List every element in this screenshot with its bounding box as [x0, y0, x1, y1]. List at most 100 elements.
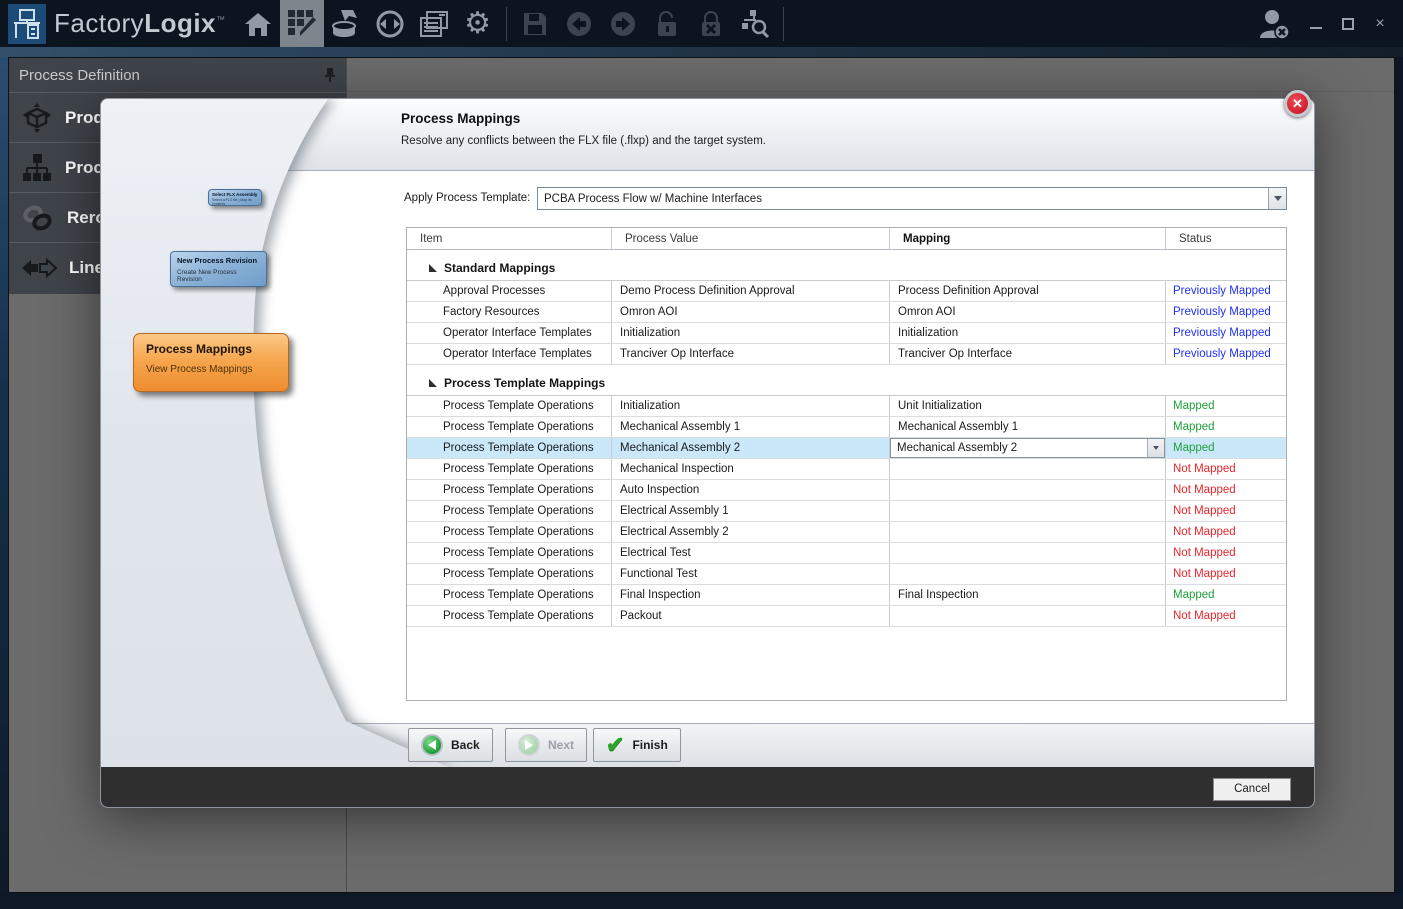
table-row[interactable]: Process Template OperationsFinal Inspect… — [407, 585, 1286, 606]
chevron-down-icon — [1274, 196, 1282, 201]
column-header-mapping[interactable]: Mapping — [890, 228, 1166, 249]
cell-mapping[interactable] — [890, 606, 1166, 626]
cell-item: Approval Processes — [407, 281, 612, 301]
cell-item: Process Template Operations — [407, 459, 612, 479]
cell-status: Previously Mapped — [1166, 323, 1286, 343]
cell-process-value: Mechanical Assembly 2 — [612, 438, 890, 458]
cell-item: Operator Interface Templates — [407, 344, 612, 364]
cell-mapping[interactable]: Mechanical Assembly 2 — [890, 438, 1166, 458]
column-header-item[interactable]: Item — [407, 228, 612, 249]
cancel-button[interactable]: Cancel — [1213, 778, 1291, 801]
cell-process-value: Electrical Test — [612, 543, 890, 563]
cell-item: Process Template Operations — [407, 606, 612, 626]
cell-mapping[interactable] — [890, 480, 1166, 500]
step-subtitle: Create New Process Revision — [177, 269, 260, 283]
save-icon[interactable] — [513, 0, 557, 47]
user-logout-icon[interactable] — [1253, 0, 1297, 47]
window-frame-left — [0, 57, 8, 893]
table-row[interactable]: Process Template OperationsElectrical As… — [407, 501, 1286, 522]
cell-item: Process Template Operations — [407, 564, 612, 584]
back-button[interactable]: Back — [408, 728, 493, 762]
table-row[interactable]: Approval ProcessesDemo Process Definitio… — [407, 281, 1286, 302]
cell-mapping[interactable]: Initialization — [890, 323, 1166, 343]
dialog-bottom-bar — [101, 767, 1314, 808]
cell-status: Mapped — [1166, 438, 1286, 458]
cell-mapping[interactable]: Tranciver Op Interface — [890, 344, 1166, 364]
cell-mapping[interactable]: Process Definition Approval — [890, 281, 1166, 301]
wizard-step-select-flx[interactable]: Select FLX Assembly Select a FLX file | … — [208, 189, 262, 206]
process-search-icon[interactable] — [733, 0, 777, 47]
table-row[interactable]: Process Template OperationsElectrical Te… — [407, 543, 1286, 564]
app-title: FactoryLogix™ — [54, 8, 226, 39]
table-row[interactable]: Operator Interface TemplatesTranciver Op… — [407, 344, 1286, 365]
table-row[interactable]: Operator Interface TemplatesInitializati… — [407, 323, 1286, 344]
mapping-table-body: Standard Mappings Approval ProcessesDemo … — [407, 256, 1286, 627]
column-header-status[interactable]: Status — [1166, 228, 1286, 249]
finish-button[interactable]: ✔ Finish — [593, 728, 681, 762]
unlock-icon[interactable] — [645, 0, 689, 47]
cell-status: Not Mapped — [1166, 480, 1286, 500]
process-design-icon[interactable] — [280, 0, 324, 47]
cell-status: Not Mapped — [1166, 543, 1286, 563]
cell-process-value: Tranciver Op Interface — [612, 344, 890, 364]
window-frame-bottom — [0, 893, 1403, 909]
collapse-triangle-icon[interactable] — [429, 379, 437, 387]
process-template-dropdown[interactable]: PCBA Process Flow w/ Machine Interfaces — [537, 187, 1287, 210]
cell-mapping[interactable]: Omron AOI — [890, 302, 1166, 322]
cell-status: Mapped — [1166, 585, 1286, 605]
cell-process-value: Packout — [612, 606, 890, 626]
table-row[interactable]: Process Template OperationsElectrical As… — [407, 522, 1286, 543]
cell-mapping[interactable]: Mechanical Assembly 1 — [890, 417, 1166, 437]
product-cube-icon — [21, 102, 53, 134]
check-icon: ✔ — [606, 735, 624, 755]
cell-process-value: Final Inspection — [612, 585, 890, 605]
nav-forward-icon[interactable] — [601, 0, 645, 47]
wizard-step-new-revision[interactable]: New Process Revision Create New Process … — [170, 251, 267, 287]
table-row[interactable]: Process Template OperationsMechanical As… — [407, 438, 1286, 459]
cell-mapping[interactable] — [890, 543, 1166, 563]
mapping-combobox[interactable]: Mechanical Assembly 2 — [890, 438, 1165, 458]
table-row[interactable]: Process Template OperationsFunctional Te… — [407, 564, 1286, 585]
application-window: FactoryLogix™ — [0, 0, 1403, 909]
group-header-row[interactable]: Standard Mappings — [407, 256, 1286, 281]
documents-icon[interactable] — [412, 0, 456, 47]
cell-item: Process Template Operations — [407, 585, 612, 605]
toolbar-accent-strip — [0, 47, 1403, 57]
dialog-close-button[interactable]: ✕ — [1284, 90, 1311, 117]
lock-remove-icon[interactable] — [689, 0, 733, 47]
wizard-step-process-mappings-active[interactable]: Process Mappings View Process Mappings — [133, 333, 289, 392]
sync-icon[interactable] — [368, 0, 412, 47]
window-close-button[interactable]: × — [1373, 17, 1387, 31]
next-button[interactable]: Next — [505, 728, 587, 762]
pin-icon[interactable] — [324, 67, 336, 83]
minimize-button[interactable] — [1309, 17, 1323, 31]
table-row[interactable]: Factory ResourcesOmron AOIOmron AOIPrevi… — [407, 302, 1286, 323]
cell-status: Not Mapped — [1166, 564, 1286, 584]
maximize-button[interactable] — [1341, 17, 1355, 31]
group-header-row[interactable]: Process Template Mappings — [407, 371, 1286, 396]
cell-mapping[interactable]: Final Inspection — [890, 585, 1166, 605]
table-row[interactable]: Process Template OperationsMechanical In… — [407, 459, 1286, 480]
cell-mapping[interactable] — [890, 564, 1166, 584]
cell-process-value: Demo Process Definition Approval — [612, 281, 890, 301]
cell-mapping[interactable]: Unit Initialization — [890, 396, 1166, 416]
combobox-dropdown-button[interactable] — [1147, 439, 1164, 457]
cell-mapping[interactable] — [890, 522, 1166, 542]
cell-status: Not Mapped — [1166, 459, 1286, 479]
column-header-value[interactable]: Process Value — [612, 228, 890, 249]
collapse-triangle-icon[interactable] — [429, 264, 437, 272]
nav-back-icon[interactable] — [557, 0, 601, 47]
home-icon[interactable] — [236, 0, 280, 47]
cell-status: Not Mapped — [1166, 501, 1286, 521]
dropdown-button[interactable] — [1268, 188, 1286, 209]
cell-mapping[interactable] — [890, 501, 1166, 521]
table-row[interactable]: Process Template OperationsInitializatio… — [407, 396, 1286, 417]
table-row[interactable]: Process Template OperationsPackoutNot Ma… — [407, 606, 1286, 627]
material-import-icon[interactable] — [324, 0, 368, 47]
table-row[interactable]: Process Template OperationsMechanical As… — [407, 417, 1286, 438]
settings-gear-icon[interactable]: ⚙ — [456, 0, 500, 47]
table-row[interactable]: Process Template OperationsAuto Inspecti… — [407, 480, 1286, 501]
group-name: Standard Mappings — [444, 261, 555, 275]
cell-mapping[interactable] — [890, 459, 1166, 479]
dialog-subtitle: Resolve any conflicts between the FLX fi… — [401, 135, 766, 147]
